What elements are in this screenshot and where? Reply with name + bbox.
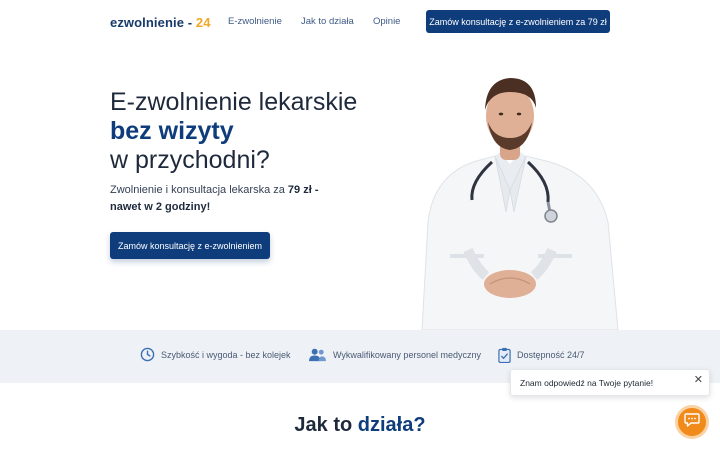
clipboard-icon [498, 347, 511, 363]
how-it-works-title: Jak to działa? [0, 414, 720, 437]
feature-staff: Wykwalifikowany personel medyczny [308, 347, 481, 362]
hero-subtitle-text: Zwolnienie i konsultacja lekarska za [110, 184, 288, 196]
how-it-works-title-pre: Jak to [294, 414, 358, 436]
hero-title-line2: bez wizyty [110, 117, 234, 145]
logo[interactable]: ezwolnienie - 24 [110, 15, 211, 30]
clock-icon [140, 347, 155, 362]
order-consultation-header-button[interactable]: Zamów konsultację z e-zwolnieniem za 79 … [426, 10, 610, 33]
logo-main: ezwolnienie [110, 15, 185, 30]
close-icon[interactable]: ✕ [694, 373, 703, 386]
feature-speed-label: Szybkość i wygoda - bez kolejek [161, 349, 291, 360]
nav-link-reviews[interactable]: Opinie [373, 16, 400, 27]
logo-dash: - [184, 15, 196, 30]
feature-staff-label: Wykwalifikowany personel medyczny [333, 349, 481, 360]
nav-link-e-zwolnienie[interactable]: E-zwolnienie [228, 16, 282, 27]
how-it-works-title-accent: działa? [357, 414, 426, 436]
hero-title-line1: E-zwolnienie lekarskie [110, 88, 358, 116]
nav-link-how-it-works[interactable]: Jak to działa [301, 16, 354, 27]
logo-number: 24 [195, 15, 211, 30]
people-icon [308, 347, 327, 362]
feature-speed: Szybkość i wygoda - bez kolejek [140, 347, 291, 362]
feature-availability-label: Dostępność 24/7 [517, 350, 585, 360]
chat-popup-text: Znam odpowiedź na Twoje pytanie! [520, 378, 654, 388]
feature-availability: Dostępność 24/7 [498, 347, 585, 363]
doctor-photo [410, 72, 630, 331]
hero-subtitle: Zwolnienie i konsultacja lekarska za 79 … [110, 182, 350, 216]
site-header: ezwolnienie - 24 E-zwolnienie Jak to dzi… [0, 0, 720, 44]
order-consultation-hero-button[interactable]: Zamów konsultację z e-zwolnieniem [110, 232, 270, 259]
chat-popup[interactable]: Znam odpowiedź na Twoje pytanie! ✕ [510, 369, 710, 396]
hero-title-line3: w przychodni? [110, 146, 270, 174]
